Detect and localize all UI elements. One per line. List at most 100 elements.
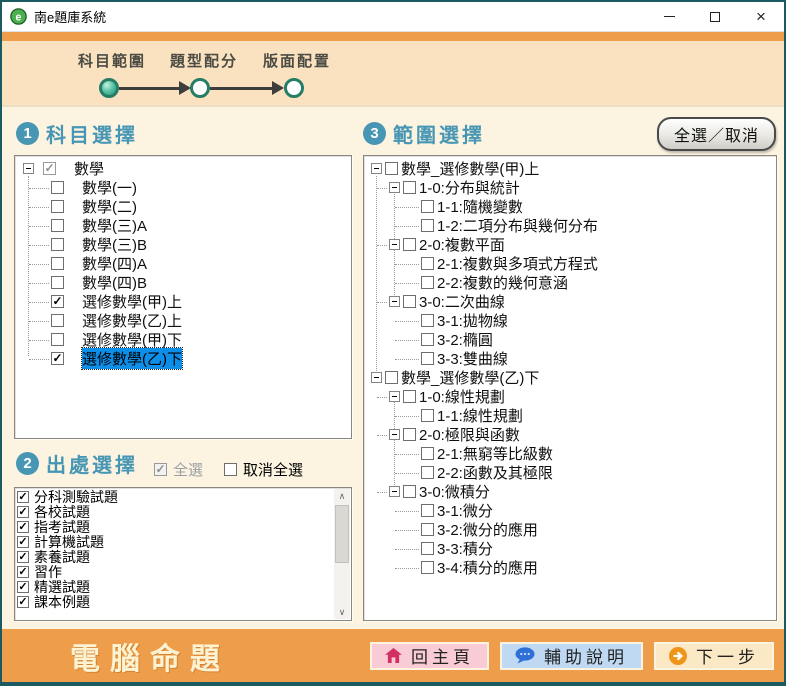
tree-row[interactable]: ✓選修數學(乙)下	[15, 349, 351, 368]
checkbox[interactable]	[385, 162, 398, 175]
tree-row[interactable]: 選修數學(乙)上	[15, 311, 351, 330]
tree-expander-minus-icon[interactable]	[389, 182, 400, 193]
checkbox[interactable]: ✓	[17, 536, 29, 548]
checkbox[interactable]	[421, 523, 434, 536]
tree-row[interactable]: 1-2:二項分布與幾何分布	[364, 216, 776, 235]
step-circle-3[interactable]	[284, 78, 304, 98]
tree-row[interactable]: 1-1:隨機變數	[364, 197, 776, 216]
tree-row[interactable]: 數學(二)	[15, 197, 351, 216]
tree-expander-minus-icon[interactable]	[389, 429, 400, 440]
checkbox[interactable]	[51, 257, 64, 270]
tree-row[interactable]: 1-1:線性規劃	[364, 406, 776, 425]
checkbox[interactable]: ✓	[17, 596, 29, 608]
tree-row[interactable]: 2-1:複數與多項式方程式	[364, 254, 776, 273]
checkbox[interactable]	[385, 371, 398, 384]
home-button[interactable]: 回主頁	[370, 642, 489, 670]
checkbox[interactable]	[421, 314, 434, 327]
checkbox[interactable]	[51, 200, 64, 213]
tree-expander-minus-icon[interactable]	[23, 163, 34, 174]
tree-row[interactable]: 數學_選修數學(甲)上	[364, 159, 776, 178]
tree-row[interactable]: 數學(一)	[15, 178, 351, 197]
tree-row[interactable]: 數學(四)A	[15, 254, 351, 273]
tree-row[interactable]: 3-0:二次曲線	[364, 292, 776, 311]
checkbox[interactable]	[421, 200, 434, 213]
checkbox[interactable]	[224, 463, 237, 476]
checkbox[interactable]	[421, 504, 434, 517]
tree-expander-minus-icon[interactable]	[389, 486, 400, 497]
checkbox[interactable]: ✓	[17, 491, 29, 503]
checkbox[interactable]: ✓	[51, 352, 64, 365]
tree-row[interactable]: 選修數學(甲)下	[15, 330, 351, 349]
select-all-checkbox[interactable]: ✓ 全選	[154, 459, 203, 480]
checkbox[interactable]: ✓	[154, 463, 167, 476]
scroll-down-icon[interactable]: ∨	[339, 605, 346, 619]
scroll-up-icon[interactable]: ∧	[339, 489, 346, 503]
tree-row[interactable]: 2-2:複數的幾何意涵	[364, 273, 776, 292]
minimize-button[interactable]	[646, 2, 692, 31]
tree-row[interactable]: 3-1:拋物線	[364, 311, 776, 330]
maximize-button[interactable]	[692, 2, 738, 31]
tree-row[interactable]: 1-0:分布與統計	[364, 178, 776, 197]
checkbox[interactable]: ✓	[17, 581, 29, 593]
checkbox[interactable]	[421, 276, 434, 289]
checkbox[interactable]	[51, 238, 64, 251]
checkbox[interactable]	[421, 257, 434, 270]
step-circle-2[interactable]	[190, 78, 210, 98]
tree-expander-minus-icon[interactable]	[371, 163, 382, 174]
checkbox[interactable]	[421, 352, 434, 365]
checkbox[interactable]: ✓	[17, 521, 29, 533]
checkbox[interactable]	[403, 390, 416, 403]
tree-row[interactable]: 3-2:微分的應用	[364, 520, 776, 539]
checkbox[interactable]	[421, 447, 434, 460]
tree-row[interactable]: 2-0:複數平面	[364, 235, 776, 254]
checkbox[interactable]	[51, 219, 64, 232]
tree-row[interactable]: 數學_選修數學(乙)下	[364, 368, 776, 387]
checkbox[interactable]	[421, 219, 434, 232]
checkbox[interactable]: ✓	[17, 566, 29, 578]
tree-row[interactable]: 數學(三)B	[15, 235, 351, 254]
source-list-item[interactable]: ✓課本例題	[17, 594, 333, 609]
checkbox[interactable]: ✓	[43, 162, 56, 175]
tree-row[interactable]: 數學(三)A	[15, 216, 351, 235]
tree-expander-minus-icon[interactable]	[371, 372, 382, 383]
tree-row[interactable]: 數學(四)B	[15, 273, 351, 292]
tree-expander-minus-icon[interactable]	[389, 391, 400, 402]
deselect-all-checkbox[interactable]: 取消全選	[224, 459, 303, 480]
tree-row[interactable]: 2-0:極限與函數	[364, 425, 776, 444]
checkbox[interactable]	[51, 314, 64, 327]
help-button[interactable]: 輔助說明	[500, 642, 643, 670]
checkbox[interactable]	[403, 181, 416, 194]
tree-row[interactable]: 2-1:無窮等比級數	[364, 444, 776, 463]
tree-row[interactable]: 3-3:雙曲線	[364, 349, 776, 368]
checkbox[interactable]	[421, 409, 434, 422]
tree-row[interactable]: ✓選修數學(甲)上	[15, 292, 351, 311]
tree-expander-minus-icon[interactable]	[389, 296, 400, 307]
checkbox[interactable]	[421, 561, 434, 574]
checkbox[interactable]	[403, 295, 416, 308]
tree-row[interactable]: 3-4:積分的應用	[364, 558, 776, 577]
tree-expander-minus-icon[interactable]	[389, 239, 400, 250]
checkbox[interactable]	[403, 485, 416, 498]
select-toggle-button[interactable]: 全選／取消	[657, 117, 776, 151]
tree-row[interactable]: 3-1:微分	[364, 501, 776, 520]
checkbox[interactable]	[421, 542, 434, 555]
tree-row[interactable]: ✓數學	[15, 159, 351, 178]
checkbox[interactable]	[51, 181, 64, 194]
checkbox[interactable]	[403, 428, 416, 441]
checkbox[interactable]	[51, 276, 64, 289]
source-list-item[interactable]: ✓素養試題	[17, 549, 333, 564]
tree-row[interactable]: 1-0:線性規劃	[364, 387, 776, 406]
tree-row[interactable]: 3-2:橢圓	[364, 330, 776, 349]
tree-row[interactable]: 3-3:積分	[364, 539, 776, 558]
step-circle-1[interactable]	[99, 78, 119, 98]
checkbox[interactable]	[421, 333, 434, 346]
scrollbar[interactable]: ∧ ∨	[334, 489, 350, 619]
checkbox[interactable]: ✓	[51, 295, 64, 308]
close-button[interactable]: ×	[738, 2, 784, 31]
tree-row[interactable]: 2-2:函數及其極限	[364, 463, 776, 482]
checkbox[interactable]: ✓	[17, 551, 29, 563]
checkbox[interactable]	[421, 466, 434, 479]
checkbox[interactable]	[51, 333, 64, 346]
checkbox[interactable]	[403, 238, 416, 251]
tree-row[interactable]: 3-0:微積分	[364, 482, 776, 501]
